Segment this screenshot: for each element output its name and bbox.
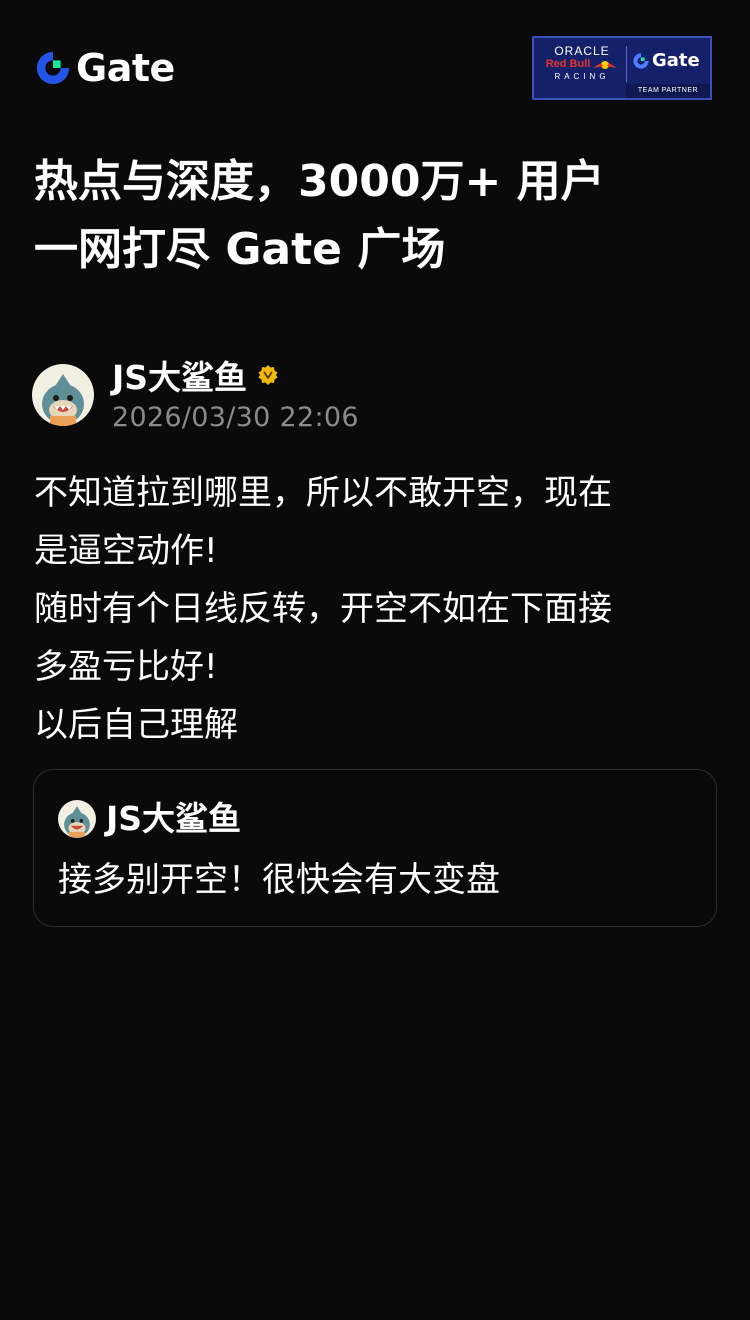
badge-gate-text: Gate	[652, 50, 700, 71]
verified-badge-icon	[258, 365, 278, 385]
post-body-line: 随时有个日线反转，开空不如在下面接	[34, 589, 612, 629]
headline-line-1: 热点与深度，3000万+ 用户	[34, 156, 605, 207]
team-partner-text: TEAM PARTNER	[626, 84, 710, 98]
gate-logo-icon	[36, 51, 70, 85]
shark-avatar-art	[42, 374, 84, 426]
post-body-line: 是逼空动作!	[34, 531, 218, 571]
post-body-line: 多盈亏比好!	[34, 647, 218, 687]
quoted-post-card[interactable]: JS大鲨鱼 接多别开空！很快会有大变盘	[33, 769, 717, 927]
gate-logo[interactable]: Gate	[34, 46, 175, 90]
quote-avatar-art	[64, 806, 90, 838]
quote-author-name: JS大鲨鱼	[106, 799, 242, 838]
post-timestamp: 2026/03/30 22:06	[112, 402, 359, 433]
redbull-text: Red Bull	[545, 58, 591, 70]
quote-shark-avatar-icon	[58, 800, 96, 838]
badge-gate-logo: Gate	[632, 50, 700, 71]
quote-text: 接多别开空！很快会有大变盘	[58, 860, 500, 900]
bulls-icon	[593, 60, 618, 69]
post-body-line: 不知道拉到哪里，所以不敢开空，现在	[34, 473, 612, 513]
team-partner-badge: ORACLE Red Bull RACING Gate TEAM PARTNER	[532, 36, 712, 100]
gate-logo-small-icon	[633, 52, 649, 69]
oracle-redbull-racing-logo: ORACLE Red Bull RACING	[542, 42, 622, 86]
page-headline: 热点与深度，3000万+ 用户 一网打尽 Gate 广场	[34, 148, 724, 284]
post-body: 不知道拉到哪里，所以不敢开空，现在 是逼空动作! 随时有个日线反转，开空不如在下…	[34, 464, 724, 754]
header: Gate ORACLE Red Bull RACING Gate TEAM PA…	[0, 0, 750, 130]
headline-line-2: 一网打尽 Gate 广场	[34, 224, 446, 275]
racing-text: RACING	[554, 72, 610, 81]
author-name-row: JS大鲨鱼	[112, 351, 279, 399]
post-author[interactable]: JS大鲨鱼 2026/03/30 22:06	[32, 350, 722, 440]
badge-divider	[626, 46, 627, 82]
post-body-line: 以后自己理解	[34, 705, 238, 745]
logo-text: Gate	[76, 46, 175, 90]
oracle-text: ORACLE	[554, 44, 610, 58]
author-name[interactable]: JS大鲨鱼	[112, 351, 247, 399]
shark-avatar-icon[interactable]	[32, 364, 94, 426]
redbull-row: Red Bull	[542, 58, 622, 71]
